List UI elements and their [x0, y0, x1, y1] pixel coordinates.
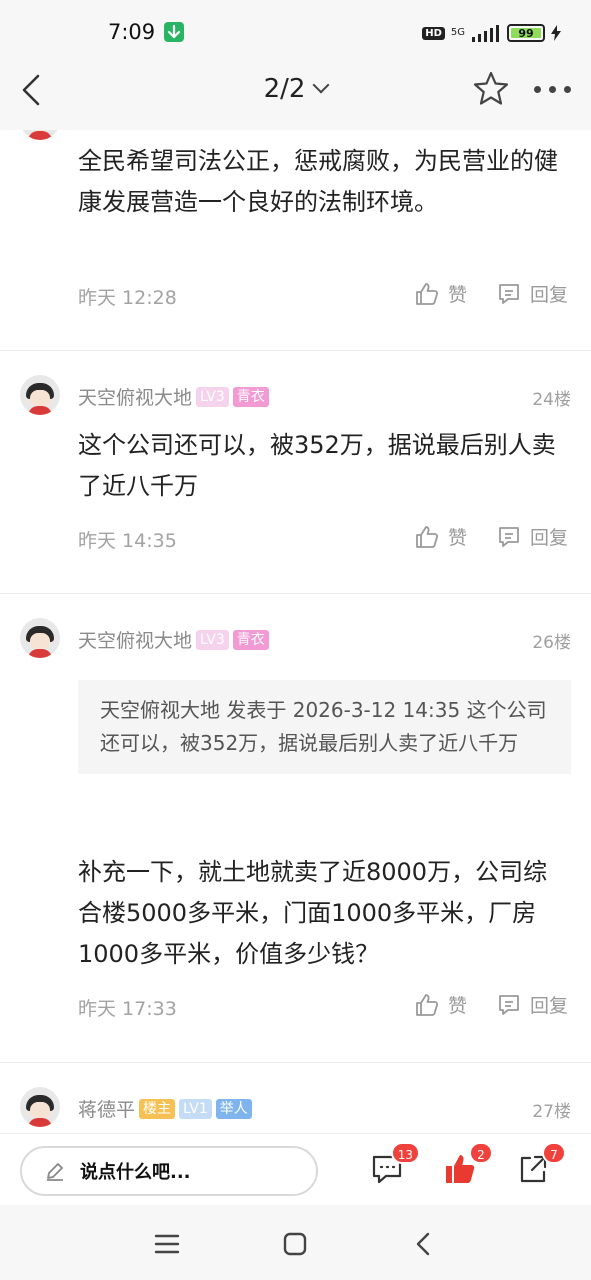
avatar[interactable]	[20, 1087, 60, 1127]
avatar[interactable]	[20, 618, 60, 658]
comment-time: 昨天 14:35	[78, 530, 177, 552]
floor-number: 26楼	[532, 633, 571, 653]
reply-comment-icon	[499, 283, 519, 304]
comments-button[interactable]: 13	[370, 1142, 420, 1188]
username[interactable]: 天空俯视大地	[78, 383, 192, 410]
level-badge: LV3	[196, 629, 229, 650]
likes-count-badge: 2	[469, 1142, 493, 1164]
signal-icon	[472, 25, 499, 42]
avatar[interactable]	[20, 375, 60, 415]
comment-time: 昨天 12:28	[78, 287, 177, 309]
comment-item: 天空俯视大地 LV3 青衣 24楼 这个公司还可以，被352万，据说最后别人卖了…	[0, 351, 591, 592]
share-button[interactable]: 7	[516, 1142, 566, 1188]
comment-text: 补充一下，就土地就卖了近8000万，公司综合楼5000多平米，门面1000多平米…	[78, 858, 548, 968]
battery-icon: 99	[507, 24, 545, 42]
status-bar: 7:09 HD 5G 99	[0, 0, 591, 50]
back-icon[interactable]	[409, 1229, 439, 1259]
like-button[interactable]: 赞	[414, 991, 467, 1018]
floor-number: 24楼	[532, 390, 571, 410]
like-label: 赞	[448, 995, 468, 1017]
comment-input[interactable]: 说点什么吧...	[20, 1146, 318, 1196]
comment-text: 这个公司还可以，被352万，据说最后别人卖了近八千万	[78, 431, 556, 500]
reply-button[interactable]: 回复	[496, 523, 568, 550]
quoted-comment[interactable]: 天空俯视大地 发表于 2026-3-12 14:35 这个公司还可以，被352万…	[78, 680, 571, 774]
thumbs-up-icon	[416, 282, 439, 305]
avatar[interactable]	[20, 130, 60, 140]
comment-item: 全民希望司法公正，惩戒腐败，为民营业的健康发展营造一个良好的法制环境。 昨天 1…	[0, 130, 591, 350]
owner-badge: 楼主	[139, 1098, 176, 1119]
menu-icon[interactable]	[152, 1229, 182, 1259]
role-badge: 举人	[215, 1098, 252, 1119]
comments-count-badge: 13	[390, 1142, 420, 1164]
more-options-icon[interactable]	[534, 86, 574, 94]
level-badge: LV1	[179, 1098, 212, 1119]
comment-placeholder: 说点什么吧...	[80, 1162, 191, 1183]
like-label: 赞	[448, 527, 468, 549]
floor-number: 27楼	[532, 1102, 571, 1122]
comment-item: 天空俯视大地 LV3 青衣 26楼 天空俯视大地 发表于 2026-3-12 1…	[0, 594, 591, 1062]
home-square-icon[interactable]	[280, 1229, 310, 1259]
username[interactable]: 蒋德平	[78, 1095, 135, 1122]
pencil-icon	[47, 1163, 63, 1181]
reply-label: 回复	[530, 995, 569, 1017]
comment-input-bar: 说点什么吧... 13 2 7	[0, 1133, 591, 1205]
role-badge: 青衣	[232, 386, 269, 407]
user-info: 天空俯视大地 LV3 青衣	[78, 626, 269, 653]
like-button[interactable]: 赞	[414, 523, 467, 550]
reply-label: 回复	[530, 527, 569, 549]
thumbs-up-icon	[416, 993, 439, 1016]
like-label: 赞	[448, 284, 468, 306]
system-nav-bar	[0, 1205, 591, 1280]
like-thread-button[interactable]: 2	[443, 1142, 493, 1188]
user-info: 蒋德平 楼主 LV1 举人	[78, 1095, 252, 1122]
comment-time: 昨天 17:33	[78, 998, 177, 1020]
reply-button[interactable]: 回复	[496, 280, 568, 307]
username[interactable]: 天空俯视大地	[78, 626, 192, 653]
shares-count-badge: 7	[542, 1142, 566, 1164]
comment-list: 全民希望司法公正，惩戒腐败，为民营业的健康发展营造一个良好的法制环境。 昨天 1…	[0, 130, 591, 1133]
download-icon	[164, 22, 184, 42]
like-button[interactable]: 赞	[414, 280, 467, 307]
battery-level: 99	[518, 26, 534, 40]
comment-text: 全民希望司法公正，惩戒腐败，为民营业的健康发展营造一个良好的法制环境。	[78, 147, 558, 216]
charging-icon	[551, 25, 561, 41]
reply-label: 回复	[530, 284, 569, 306]
favorite-star-icon[interactable]	[472, 70, 510, 108]
reply-button[interactable]: 回复	[496, 991, 568, 1018]
role-badge: 青衣	[232, 629, 269, 650]
title-bar: 2/2	[0, 50, 591, 130]
level-badge: LV3	[196, 386, 229, 407]
comment-item: 蒋德平 楼主 LV1 举人 27楼	[0, 1063, 591, 1133]
chevron-down-icon	[312, 76, 330, 94]
user-info: 天空俯视大地 LV3 青衣	[78, 383, 269, 410]
reply-comment-icon	[499, 994, 519, 1015]
hd-icon: HD	[422, 26, 445, 40]
status-icons: HD 5G 99	[422, 24, 561, 42]
thumbs-up-icon	[416, 525, 439, 548]
page-indicator: 2/2	[263, 74, 306, 104]
status-time: 7:09	[108, 20, 156, 44]
reply-comment-icon	[499, 526, 519, 547]
network-type: 5G	[450, 27, 465, 38]
